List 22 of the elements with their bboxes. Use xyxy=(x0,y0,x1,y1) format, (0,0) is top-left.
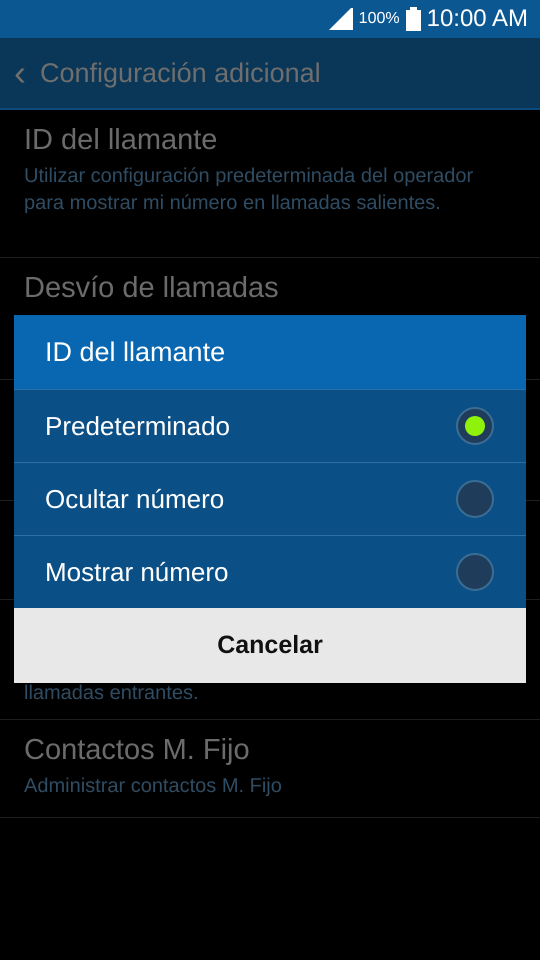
battery-percent: 100% xyxy=(358,10,400,28)
option-label: Predeterminado xyxy=(45,410,230,442)
radio-button[interactable] xyxy=(456,407,494,445)
radio-button[interactable] xyxy=(456,480,494,518)
option-row[interactable]: Predeterminado xyxy=(14,389,526,462)
battery-icon xyxy=(406,7,421,31)
setting-description: Utilizar configuración predeterminada del operador para mostrar mi número en llamadas salientes. xyxy=(24,164,474,216)
dialog-title: ID del llamante xyxy=(14,315,526,389)
cancel-button[interactable]: Cancelar xyxy=(14,608,526,683)
setting-title[interactable]: Contactos M. Fijo xyxy=(24,734,516,767)
option-row[interactable]: Ocultar número xyxy=(14,462,526,535)
signal-icon xyxy=(328,8,353,30)
option-label: Mostrar número xyxy=(45,556,228,588)
radio-button[interactable] xyxy=(456,553,494,591)
option-row[interactable]: Mostrar número xyxy=(14,535,526,608)
option-label: Ocultar número xyxy=(45,484,224,514)
clock-time: 10:00 AM xyxy=(426,5,528,33)
setting-title[interactable]: Desvío de llamadas xyxy=(24,272,516,305)
setting-description: llamadas entrantes. xyxy=(24,681,200,706)
screen-title: Configuración adicional xyxy=(40,58,321,88)
setting-description: Administrar contactos M. Fijo xyxy=(24,774,283,799)
setting-title[interactable]: ID del llamante xyxy=(24,124,516,157)
